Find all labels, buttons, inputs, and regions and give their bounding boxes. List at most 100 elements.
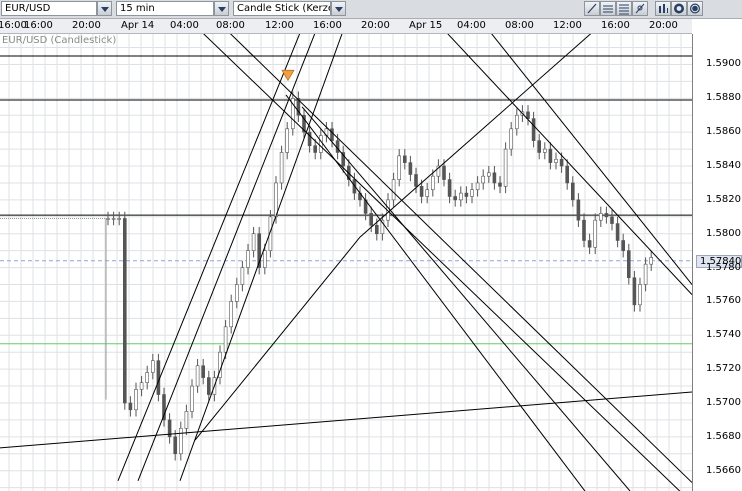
candle-body bbox=[492, 172, 497, 184]
trend-line bbox=[301, 106, 631, 491]
candle-body bbox=[111, 218, 116, 220]
price-label: 1.5780 bbox=[706, 261, 741, 273]
candle-body bbox=[565, 165, 570, 184]
price-label: 1.5660 bbox=[706, 464, 741, 476]
price-label: 1.5800 bbox=[706, 227, 741, 239]
time-label: 08:00 bbox=[216, 20, 245, 31]
candle-body bbox=[408, 162, 413, 175]
candle-body bbox=[251, 233, 256, 251]
candle-body bbox=[559, 158, 564, 167]
settings-icon[interactable] bbox=[687, 1, 703, 16]
candle-body bbox=[262, 250, 267, 268]
chart-type-select[interactable]: Candle Stick (Kerze bbox=[233, 1, 331, 16]
candle-body bbox=[207, 377, 211, 395]
candle-body bbox=[514, 114, 519, 130]
candle-body bbox=[173, 436, 177, 455]
price-axis: 1.57840 1.5900 1.5880 1.5860 1.5840 1.5820 1.… bbox=[692, 34, 742, 491]
time-label: Apr 15 bbox=[409, 20, 443, 31]
instrument-dropdown-button[interactable] bbox=[97, 1, 112, 16]
high-marker-icon bbox=[281, 69, 295, 82]
candle-body bbox=[190, 385, 194, 412]
candle-body bbox=[425, 189, 430, 197]
candle-body bbox=[279, 152, 284, 184]
instrument-select[interactable]: EUR/USD bbox=[1, 1, 97, 16]
timeframe-dropdown-button[interactable] bbox=[214, 1, 229, 16]
time-label: 20:00 bbox=[361, 20, 390, 31]
price-label: 1.5860 bbox=[706, 126, 741, 138]
chart-toolbar: EUR/USD 15 min Candle Stick (Kerze bbox=[0, 0, 742, 19]
time-label: 04:00 bbox=[457, 20, 486, 31]
price-label: 1.5740 bbox=[706, 329, 741, 341]
candle-body bbox=[229, 301, 233, 328]
candle-body bbox=[542, 148, 547, 153]
candle-body bbox=[582, 219, 586, 241]
price-label: 1.5900 bbox=[706, 58, 741, 70]
candle-body bbox=[610, 216, 614, 224]
candle-body bbox=[498, 182, 502, 187]
candle-body bbox=[117, 218, 121, 220]
candle-body bbox=[442, 165, 446, 180]
price-label: 1.5680 bbox=[706, 430, 741, 442]
candle-body bbox=[587, 240, 592, 248]
price-label: 1.5820 bbox=[706, 193, 741, 205]
candle-body bbox=[632, 277, 637, 306]
candle-body bbox=[598, 213, 603, 221]
candle-body bbox=[554, 158, 558, 163]
draw-line-icon[interactable] bbox=[584, 1, 600, 16]
price-label: 1.5880 bbox=[706, 92, 741, 104]
candle-body bbox=[184, 411, 189, 429]
time-label: 04:00 bbox=[170, 20, 199, 31]
price-label: 1.5760 bbox=[706, 295, 741, 307]
bar-chart-icon[interactable] bbox=[655, 1, 671, 16]
price-label: 1.5840 bbox=[706, 160, 741, 172]
candle-body bbox=[626, 250, 631, 279]
circle-view-icon[interactable] bbox=[671, 1, 687, 16]
candle-body bbox=[570, 182, 575, 201]
candle-body bbox=[139, 382, 144, 390]
candle-body bbox=[475, 182, 480, 191]
candle-body bbox=[621, 240, 626, 251]
candle-body bbox=[643, 263, 648, 285]
candle-body bbox=[235, 284, 239, 302]
candle-body bbox=[201, 365, 205, 378]
candle-body bbox=[391, 179, 396, 201]
candle-body bbox=[318, 135, 323, 153]
candle-body bbox=[526, 111, 530, 119]
timeframe-select[interactable]: 15 min bbox=[116, 1, 214, 16]
candle-body bbox=[481, 175, 486, 184]
candle-body bbox=[458, 192, 463, 201]
candle-body bbox=[537, 140, 542, 153]
time-label: 12:00 bbox=[553, 20, 582, 31]
candle-body bbox=[246, 250, 250, 268]
time-label: 20:00 bbox=[649, 20, 678, 31]
chart-symbol-label: EUR/USD (Candlestick) bbox=[2, 35, 117, 46]
candle-body bbox=[134, 389, 138, 411]
candle-body bbox=[503, 148, 508, 187]
pattern-icon[interactable] bbox=[616, 1, 632, 16]
candle-body bbox=[604, 213, 609, 218]
time-axis: 16:00 16:00 20:00 Apr 14 04:00 08:00 12:… bbox=[0, 19, 692, 34]
candle-body bbox=[402, 155, 407, 163]
candle-body bbox=[195, 365, 200, 387]
candle-body bbox=[486, 172, 491, 177]
candle-body bbox=[313, 145, 318, 153]
price-label: 1.5720 bbox=[706, 363, 741, 375]
grid-icon[interactable] bbox=[632, 1, 648, 16]
candle-body bbox=[447, 179, 452, 197]
candle-body bbox=[145, 372, 149, 383]
trend-line bbox=[203, 34, 681, 491]
candle-body bbox=[576, 199, 581, 221]
candle-body bbox=[397, 155, 402, 180]
chart-plot-area[interactable] bbox=[0, 34, 692, 491]
candle-body bbox=[179, 428, 183, 455]
candle-body bbox=[285, 128, 290, 153]
candle-body bbox=[151, 360, 155, 373]
trend-line bbox=[117, 34, 301, 482]
candle-body bbox=[464, 192, 469, 197]
candle-body bbox=[531, 118, 536, 141]
candle-body bbox=[106, 218, 110, 220]
grid-toggle-icon[interactable] bbox=[600, 1, 616, 16]
chart-type-dropdown-button[interactable] bbox=[331, 1, 346, 16]
candle-body bbox=[374, 224, 379, 235]
price-chart bbox=[0, 34, 692, 491]
